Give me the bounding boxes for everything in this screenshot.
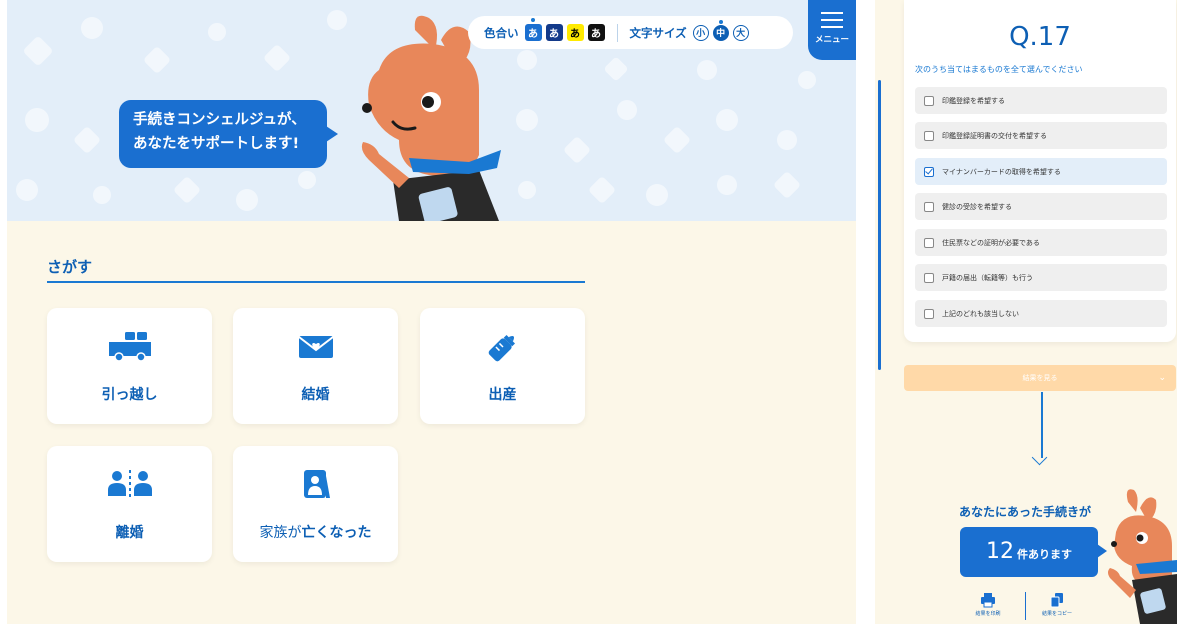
copy-label: 結果をコピー <box>1041 611 1072 617</box>
color-swatch-navy[interactable]: あ <box>545 24 563 41</box>
copy-results-button[interactable]: 結果をコピー <box>1027 592 1087 617</box>
result-count: 12 <box>986 539 1014 564</box>
category-card-divorce[interactable]: 離婚 <box>47 446 212 562</box>
question-prompt: 次のうち当てはまるものを全て選んでください <box>915 65 1083 74</box>
category-label-prefix: 家族が <box>259 525 302 541</box>
checkbox[interactable] <box>924 95 934 106</box>
category-label: 家族が亡くなった <box>233 522 398 542</box>
category-card-moving[interactable]: 引っ越し <box>47 308 212 424</box>
result-panel: Q.17 次のうち当てはまるものを全て選んでください 印鑑登録を希望する 印鑑登… <box>875 0 1177 624</box>
font-size-large[interactable]: 大 <box>732 24 749 41</box>
category-label: 引っ越し <box>101 387 158 403</box>
category-label-main: 亡くなった <box>301 525 372 541</box>
category-card-birth[interactable]: 出産 <box>420 308 585 424</box>
divorce-people-icon <box>107 470 152 498</box>
checkbox[interactable] <box>924 308 934 319</box>
result-count-box: 12 件あります <box>960 527 1107 577</box>
question-card: Q.17 次のうち当てはまるものを全て選んでください 印鑑登録を希望する 印鑑登… <box>904 0 1176 342</box>
category-card-marriage[interactable]: 結婚 <box>233 308 398 424</box>
envelope-heart-icon <box>297 336 334 358</box>
option-label: 住民票などの証明が必要である <box>942 238 1040 247</box>
printer-icon <box>981 593 995 608</box>
checkbox[interactable] <box>924 201 934 212</box>
copy-icon <box>1050 593 1063 608</box>
result-headline: あなたにあった手続きが <box>959 505 1092 519</box>
font-size-medium[interactable]: 中 <box>712 19 729 41</box>
hero-speech-bubble: 手続きコンシェルジュが、 あなたをサポートします! <box>119 100 338 168</box>
option-resident-certificate[interactable]: 住民票などの証明が必要である <box>915 229 1167 256</box>
font-size-small[interactable]: 小 <box>692 24 709 41</box>
option-label: 健診の受診を希望する <box>942 202 1012 211</box>
option-label: マイナンバーカードの取得を希望する <box>942 167 1061 176</box>
option-seal-certificate[interactable]: 印鑑登録証明書の交付を希望する <box>915 122 1167 149</box>
option-family-register[interactable]: 戸籍の届出（転籍等）も行う <box>915 264 1167 291</box>
option-label: 印鑑登録証明書の交付を希望する <box>942 131 1047 140</box>
action-divider <box>1025 592 1026 620</box>
main-page: 色合い あ あ あ あ 文字サイズ 小 中 大 メニュー 手続きコンシェルジュが… <box>7 0 856 624</box>
option-label: 戸籍の届出（転籍等）も行う <box>942 273 1033 282</box>
color-swatch-blue[interactable]: あ <box>524 18 542 41</box>
down-arrow-icon <box>1041 392 1043 458</box>
checkbox[interactable] <box>924 237 934 248</box>
toolbar-divider <box>616 23 618 42</box>
scrollbar[interactable] <box>878 80 881 370</box>
moving-truck-icon <box>108 332 151 362</box>
checkbox-checked[interactable] <box>924 166 934 177</box>
category-label: 結婚 <box>301 387 330 403</box>
category-label: 出産 <box>488 387 517 403</box>
section-divider <box>47 281 585 283</box>
question-number: Q.17 <box>1009 22 1071 52</box>
checkbox[interactable] <box>924 130 934 141</box>
accessibility-toolbar: 色合い あ あ あ あ 文字サイズ 小 中 大 <box>468 16 793 49</box>
print-results-button[interactable]: 結果を印刷 <box>958 592 1018 617</box>
option-label: 上記のどれも該当しない <box>942 309 1019 318</box>
search-section-title: さがす <box>47 258 93 276</box>
category-label: 離婚 <box>115 525 144 541</box>
option-health-checkup[interactable]: 健診の受診を希望する <box>915 193 1167 220</box>
color-swatch-yellow[interactable]: あ <box>566 24 584 41</box>
bubble-line-2: あなたをサポートします! <box>133 136 300 152</box>
color-swatch-black[interactable]: あ <box>587 24 605 41</box>
print-label: 結果を印刷 <box>975 611 1001 617</box>
bubble-line-1: 手続きコンシェルジュが、 <box>133 112 306 128</box>
hamburger-icon <box>808 12 856 28</box>
option-seal-registration[interactable]: 印鑑登録を希望する <box>915 87 1167 114</box>
kangaroo-mascot-small-icon <box>1108 489 1177 624</box>
option-label: 印鑑登録を希望する <box>942 96 1005 105</box>
option-none[interactable]: 上記のどれも該当しない <box>915 300 1167 327</box>
menu-button[interactable]: メニュー <box>808 0 856 60</box>
result-count-suffix: 件あります <box>1017 548 1072 561</box>
view-results-button[interactable]: 結果を見る ⌄ <box>904 365 1176 391</box>
color-label: 色合い <box>484 25 519 40</box>
baby-bottle-icon <box>488 334 515 362</box>
down-arrow-head <box>1031 449 1048 466</box>
chevron-down-icon: ⌄ <box>1158 373 1166 383</box>
memorial-photo-icon <box>303 470 330 498</box>
font-size-label: 文字サイズ <box>629 25 687 40</box>
view-results-label: 結果を見る <box>1022 374 1058 382</box>
category-card-bereavement[interactable]: 家族が亡くなった <box>233 446 398 562</box>
option-mynumber-card[interactable]: マイナンバーカードの取得を希望する <box>915 158 1167 185</box>
checkbox[interactable] <box>924 272 934 283</box>
menu-label: メニュー <box>814 35 849 45</box>
